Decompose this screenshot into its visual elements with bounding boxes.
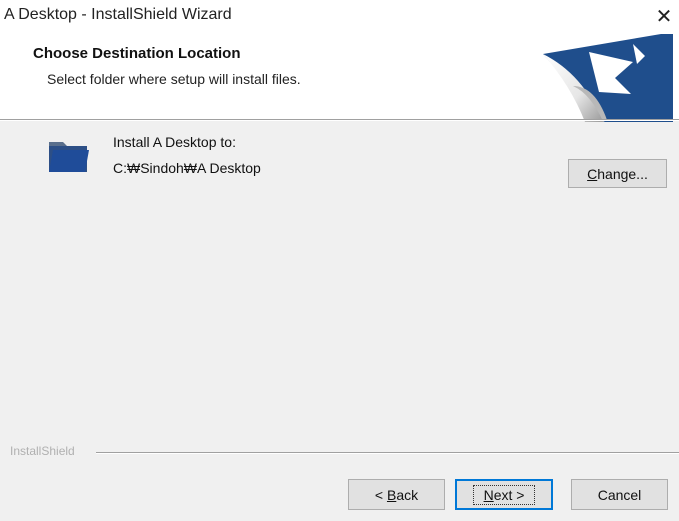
install-label: Install A Desktop to: (113, 134, 236, 150)
change-button-label: Change... (587, 165, 648, 182)
footer-separator (96, 452, 679, 454)
change-button[interactable]: Change... (568, 159, 667, 188)
folder-icon (49, 142, 89, 172)
install-path: C:₩Sindoh₩A Desktop (113, 160, 261, 176)
header-banner: Choose Destination Location Select folde… (0, 34, 679, 122)
back-button-label: < Back (374, 486, 419, 503)
page-title: Choose Destination Location (33, 45, 241, 62)
cancel-button[interactable]: Cancel (571, 479, 668, 510)
next-button[interactable]: Next > (455, 479, 553, 510)
installshield-logo-icon (543, 34, 673, 122)
installer-window: A Desktop - InstallShield Wizard ✕ Choos… (0, 0, 679, 521)
title-bar: A Desktop - InstallShield Wizard ✕ (0, 0, 679, 34)
close-button[interactable]: ✕ (649, 0, 679, 34)
header-separator (0, 119, 679, 121)
cancel-button-label: Cancel (597, 486, 642, 503)
page-subtitle: Select folder where setup will install f… (47, 71, 301, 87)
next-button-label: Next > (472, 484, 536, 505)
installshield-brand-label: InstallShield (10, 444, 75, 458)
window-title: A Desktop - InstallShield Wizard (4, 6, 232, 23)
back-button[interactable]: < Back (348, 479, 445, 510)
close-icon: ✕ (655, 6, 673, 28)
